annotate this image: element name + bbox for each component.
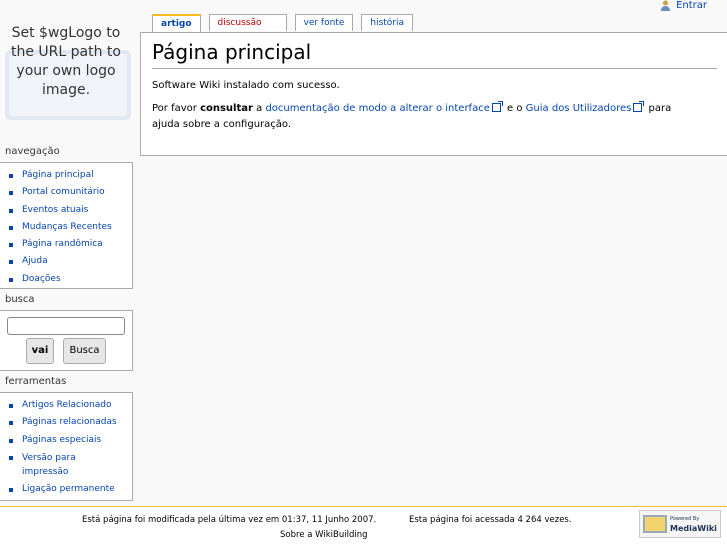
tab-article[interactable]: artigo	[152, 14, 201, 33]
footer-view-count: Esta página foi acessada 4 264 vezes.	[409, 515, 572, 525]
tool-item-related-articles[interactable]: Artigos Relacionado	[9, 397, 132, 414]
content-paragraph-1: Software Wiki instalado com sucesso.	[152, 80, 340, 91]
powered-by-text: Powered By MediaWiki	[670, 515, 717, 533]
content-paragraph-2: Por favor consultar a documentação de mo…	[152, 101, 702, 133]
documentation-link[interactable]: documentação de modo a alterar o interfa…	[265, 103, 489, 114]
nav-item-recent-changes[interactable]: Mudanças Recentes	[9, 219, 132, 236]
navigation-heading: navegação	[5, 146, 60, 157]
navigation-portlet: Página principal Portal comunitário Even…	[0, 162, 133, 289]
user-guide-link[interactable]: Guia dos Utilizadores	[526, 103, 632, 114]
search-heading: busca	[5, 294, 35, 305]
go-button[interactable]: vai	[26, 338, 54, 364]
external-link-icon	[491, 101, 503, 112]
page-title: Página principal	[152, 39, 717, 69]
nav-item-donations[interactable]: Doações	[9, 271, 132, 288]
powered-by-name: MediaWiki	[670, 524, 717, 533]
footer: Está página foi modificada pela última v…	[0, 506, 727, 545]
nav-item-main-page[interactable]: Página principal	[9, 167, 132, 184]
footer-last-modified: Está página foi modificada pela última v…	[82, 515, 377, 525]
footer-about-link[interactable]: Sobre a WikiBuilding	[280, 530, 368, 540]
tools-heading: ferramentas	[5, 376, 67, 387]
powered-by-mediawiki-badge[interactable]: Powered By MediaWiki	[639, 510, 721, 538]
nav-item-random-page[interactable]: Página randômica	[9, 236, 132, 253]
powered-by-small-text: Powered By	[670, 516, 700, 522]
search-portlet: vai Busca	[0, 310, 133, 371]
user-icon	[661, 0, 671, 11]
nav-item-current-events[interactable]: Eventos atuais	[9, 202, 132, 219]
tab-discussion[interactable]: discussão	[208, 14, 287, 31]
tool-item-special-pages[interactable]: Páginas especiais	[9, 432, 132, 449]
personal-tools: Entrar	[660, 0, 707, 11]
page-tabs: artigo discussão ver fonte história	[152, 14, 421, 33]
p2-text-before: Por favor	[152, 103, 201, 114]
p2-text-b: e o	[503, 103, 526, 114]
login-link[interactable]: Entrar	[676, 0, 707, 11]
nav-item-community-portal[interactable]: Portal comunitário	[9, 184, 132, 201]
tools-portlet: Artigos Relacionado Páginas relacionadas…	[0, 392, 133, 501]
tool-item-printable-version[interactable]: Versão para impressão	[9, 449, 117, 481]
search-button[interactable]: Busca	[63, 338, 106, 364]
nav-item-help[interactable]: Ajuda	[9, 253, 132, 270]
search-input[interactable]	[7, 317, 125, 335]
content-area: Página principal Software Wiki instalado…	[140, 32, 727, 156]
tab-view-source[interactable]: ver fonte	[294, 14, 354, 31]
logo-text: Set $wgLogo to the URL path to your own …	[11, 25, 121, 98]
tool-item-permanent-link[interactable]: Ligação permanente	[9, 481, 132, 498]
p2-text-a: a	[252, 103, 266, 114]
tab-history[interactable]: história	[361, 14, 414, 31]
site-logo[interactable]: Set $wgLogo to the URL path to your own …	[0, 16, 135, 126]
p2-bold-text: consultar	[200, 103, 253, 114]
mediawiki-logo-icon	[643, 515, 667, 533]
tool-item-related-changes[interactable]: Páginas relacionadas	[9, 414, 132, 431]
external-link-icon	[633, 101, 645, 112]
